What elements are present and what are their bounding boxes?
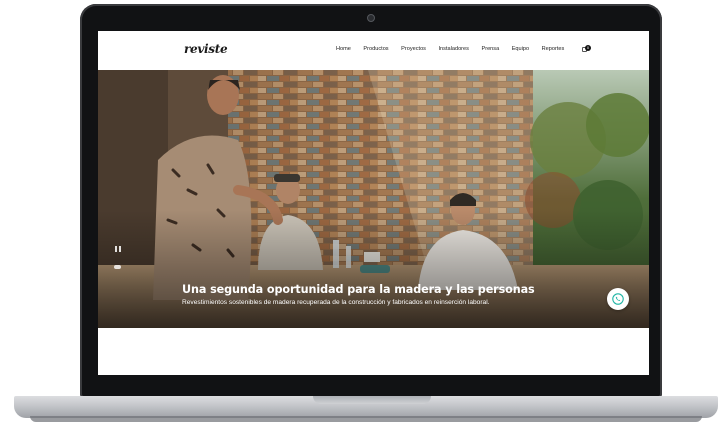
hero-subtitle: Revestimientos sostenibles de madera rec… xyxy=(182,299,490,306)
laptop-notch xyxy=(313,396,431,404)
nav-item-productos[interactable]: Productos xyxy=(363,46,388,52)
site-logo[interactable]: reviste xyxy=(184,42,228,56)
nav-item-instaladores[interactable]: Instaladores xyxy=(438,46,468,52)
nav-item-home[interactable]: Home xyxy=(336,46,351,52)
camera-icon xyxy=(367,14,375,22)
pause-icon[interactable] xyxy=(115,246,121,252)
browser-screen: reviste Home Productos Proyectos Instala… xyxy=(98,31,649,375)
main-nav: Home Productos Proyectos Instaladores Pr… xyxy=(336,46,577,52)
whatsapp-phone-icon xyxy=(612,293,624,305)
site-header: reviste Home Productos Proyectos Instala… xyxy=(98,31,649,70)
hero-title: Una segunda oportunidad para la madera y… xyxy=(182,283,535,296)
whatsapp-button[interactable] xyxy=(607,288,629,310)
nav-item-reportes[interactable]: Reportes xyxy=(542,46,565,52)
nav-item-equipo[interactable]: Equipo xyxy=(512,46,529,52)
cart-count-badge: 0 xyxy=(585,45,591,51)
slider-indicator[interactable] xyxy=(114,265,121,269)
page-content-area xyxy=(98,328,649,375)
nav-item-proyectos[interactable]: Proyectos xyxy=(401,46,426,52)
laptop-base-shadow xyxy=(30,416,702,422)
hero-banner: Una segunda oportunidad para la madera y… xyxy=(98,70,649,328)
nav-item-prensa[interactable]: Prensa xyxy=(481,46,499,52)
cart-button[interactable]: 0 xyxy=(582,45,591,53)
